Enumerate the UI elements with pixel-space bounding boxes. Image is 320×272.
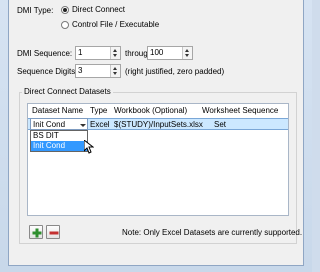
table-header: Dataset Name Type Workbook (Optional) Wo… <box>28 104 288 118</box>
column-header-type[interactable]: Type <box>90 106 107 115</box>
dropdown-option-label: Init Cond <box>33 141 66 150</box>
spinner-down-icon[interactable] <box>113 72 117 75</box>
dmi-sequence-label: DMI Sequence: <box>17 49 73 58</box>
spinner-arrows[interactable] <box>110 47 120 59</box>
column-header-dataset-name[interactable]: Dataset Name <box>32 106 83 115</box>
direct-connect-label: Direct Connect <box>72 5 125 14</box>
datasets-table: Dataset Name Type Workbook (Optional) Wo… <box>27 103 289 216</box>
row-type: Excel <box>90 120 110 129</box>
spinner-up-icon[interactable] <box>185 49 189 52</box>
add-dataset-button[interactable] <box>29 225 43 239</box>
remove-dataset-button[interactable] <box>46 225 60 239</box>
column-header-workbook[interactable]: Workbook (Optional) <box>114 106 187 115</box>
chevron-down-icon[interactable] <box>80 121 86 127</box>
spinner-down-icon[interactable] <box>113 54 117 57</box>
spinner-up-icon[interactable] <box>113 67 117 70</box>
sequence-digits-label: Sequence Digits: <box>17 67 78 76</box>
dmi-type-label: DMI Type: <box>17 6 54 15</box>
sequence-digits-hint: (right justified, zero padded) <box>125 67 225 76</box>
column-header-worksheet-sequence[interactable]: Worksheet Sequence <box>202 106 278 115</box>
dropdown-option-label: BS DIT <box>33 131 59 140</box>
direct-connect-radio[interactable] <box>61 6 69 14</box>
sequence-digits-spinner[interactable]: 3 <box>75 64 121 78</box>
spinner-down-icon[interactable] <box>185 54 189 57</box>
dataset-name-combobox-value[interactable]: Init Cond <box>33 120 65 129</box>
dmi-sequence-from-value[interactable]: 1 <box>78 48 82 57</box>
control-file-radio[interactable] <box>61 21 69 29</box>
spinner-arrows[interactable] <box>182 47 192 59</box>
dropdown-option-selected[interactable]: Init Cond <box>31 141 87 151</box>
plus-icon <box>32 228 42 238</box>
mouse-pointer-icon <box>83 138 95 154</box>
dmi-sequence-from-spinner[interactable]: 1 <box>75 46 121 60</box>
dataset-name-dropdown[interactable]: BS DIT Init Cond <box>30 130 88 152</box>
control-file-radio-option[interactable]: Control File / Executable <box>61 20 161 32</box>
spinner-up-icon[interactable] <box>113 49 117 52</box>
row-worksheet-sequence[interactable]: Set <box>214 120 226 129</box>
dataset-name-combobox[interactable]: Init Cond <box>30 118 88 130</box>
dialog-client-area: DMI Type: Direct Connect Control File / … <box>8 0 304 266</box>
direct-connect-radio-option[interactable]: Direct Connect <box>61 5 133 17</box>
excel-support-note: Note: Only Excel Datasets are currently … <box>122 228 303 237</box>
dialog-window: DMI Type: Direct Connect Control File / … <box>0 0 312 272</box>
row-workbook[interactable]: $(STUDY)/InputSets.xlsx <box>114 120 203 129</box>
dropdown-option[interactable]: BS DIT <box>31 131 87 141</box>
dmi-sequence-to-spinner[interactable]: 100 <box>147 46 193 60</box>
direct-connect-datasets-title: Direct Connect Datasets <box>22 87 113 96</box>
sequence-digits-value[interactable]: 3 <box>78 66 82 75</box>
control-file-label: Control File / Executable <box>72 20 160 29</box>
minus-icon <box>49 228 59 238</box>
dmi-sequence-to-value[interactable]: 100 <box>150 48 163 57</box>
spinner-arrows[interactable] <box>110 65 120 77</box>
